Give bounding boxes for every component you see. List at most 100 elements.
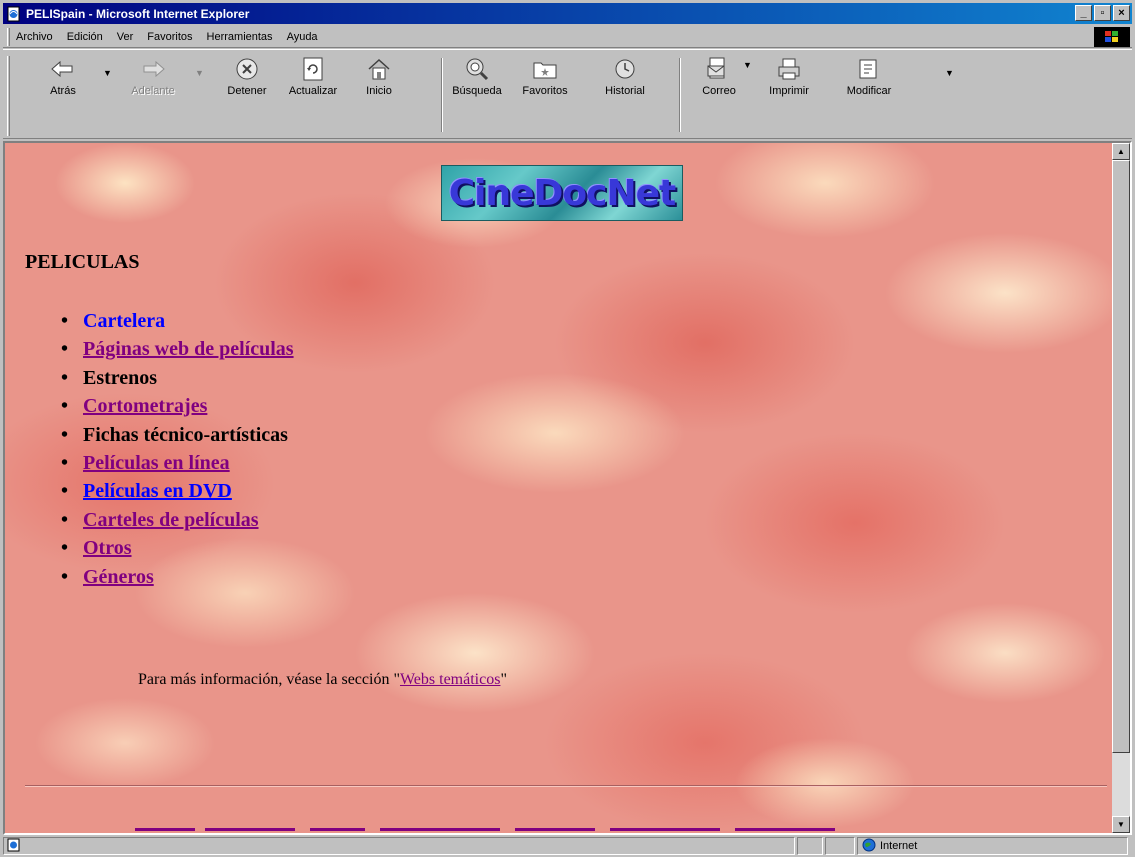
toolbar-separator: [679, 58, 681, 132]
link-cartelera[interactable]: Cartelera: [83, 310, 165, 332]
edit-button[interactable]: Modificar: [837, 54, 901, 97]
favorites-folder-icon: [531, 54, 559, 84]
link-webs-tematicos[interactable]: Webs temáticos: [400, 671, 500, 688]
menu-archivo[interactable]: Archivo: [16, 31, 53, 43]
menu-ver[interactable]: Ver: [117, 31, 134, 43]
mail-dropdown-icon[interactable]: ▼: [743, 60, 752, 70]
list-item: • Géneros: [61, 563, 294, 591]
web-page: CineDocNet PELICULAS • Cartelera • Páginas…: [5, 143, 1112, 833]
bullet-icon: •: [61, 565, 69, 588]
internet-globe-icon: [862, 838, 876, 855]
minimize-button[interactable]: _: [1075, 5, 1092, 21]
status-bar: Internet: [3, 837, 1132, 855]
stop-icon: [233, 54, 261, 84]
item-fichas: Fichas técnico-artísticas: [83, 423, 288, 446]
list-item: • Otros: [61, 534, 294, 562]
logo-text: CineDocNet: [448, 172, 677, 214]
browser-window: PELISpain - Microsoft Internet Explorer …: [0, 0, 1135, 857]
standard-toolbar: Atrás ▼ Adelante ▼ Detener Actualizar In…: [3, 49, 1132, 139]
favorites-button[interactable]: Favoritos: [513, 54, 577, 97]
menu-grip: [7, 27, 10, 46]
bullet-icon: •: [61, 395, 69, 418]
edit-dropdown-icon[interactable]: ▼: [945, 68, 954, 78]
list-item: • Películas en DVD: [61, 477, 294, 505]
clipped-text: [380, 828, 500, 831]
menu-favoritos[interactable]: Favoritos: [147, 31, 192, 43]
clipped-text: [735, 828, 835, 831]
bullet-icon: •: [61, 310, 69, 332]
link-otros[interactable]: Otros: [83, 537, 132, 559]
scroll-down-button[interactable]: ▼: [1112, 816, 1130, 833]
forward-button[interactable]: Adelante: [121, 54, 185, 97]
scroll-up-button[interactable]: ▲: [1112, 143, 1130, 160]
bullet-icon: •: [61, 537, 69, 560]
history-button[interactable]: Historial: [593, 54, 657, 97]
home-button[interactable]: Inicio: [347, 54, 411, 97]
forward-label: Adelante: [131, 85, 175, 97]
back-dropdown-icon[interactable]: ▼: [103, 68, 112, 78]
windows-logo-throbber: [1094, 27, 1130, 47]
edit-page-icon: [855, 54, 883, 84]
link-cortometrajes[interactable]: Cortometrajes: [83, 395, 207, 417]
link-peliculas-en-dvd[interactable]: Películas en DVD: [83, 480, 232, 502]
menu-ayuda[interactable]: Ayuda: [287, 31, 318, 43]
clipped-text: [135, 828, 195, 831]
menu-herramientas[interactable]: Herramientas: [207, 31, 273, 43]
info-suffix: ": [500, 671, 507, 688]
zone-label: Internet: [880, 840, 918, 852]
forward-dropdown-icon[interactable]: ▼: [195, 68, 204, 78]
toolbar-separator: [441, 58, 443, 132]
home-label: Inicio: [366, 85, 392, 97]
bullet-icon: •: [61, 366, 69, 389]
history-label: Historial: [605, 85, 645, 97]
close-button[interactable]: ×: [1113, 5, 1130, 21]
scroll-thumb[interactable]: [1112, 160, 1130, 753]
list-item: • Cartelera: [61, 307, 294, 335]
page-status-icon: [7, 838, 21, 855]
bullet-icon: •: [61, 451, 69, 474]
list-item: • Fichas técnico-artísticas: [61, 421, 294, 449]
home-icon: [365, 54, 393, 84]
link-peliculas-en-linea[interactable]: Películas en línea: [83, 452, 230, 474]
mail-label: Correo: [702, 85, 736, 97]
toolbar-grip: [7, 56, 10, 136]
ie-page-icon: [6, 6, 22, 22]
mail-icon: [705, 54, 733, 84]
back-label: Atrás: [50, 85, 76, 97]
list-item: • Carteles de películas: [61, 506, 294, 534]
mail-button[interactable]: Correo: [687, 54, 751, 97]
status-pane: [825, 837, 855, 855]
edit-label: Modificar: [846, 85, 892, 97]
link-generos[interactable]: Géneros: [83, 566, 154, 588]
movie-sections-list: • Cartelera • Páginas web de películas • Es…: [61, 307, 294, 591]
search-button[interactable]: Búsqueda: [445, 54, 509, 97]
list-item: • Páginas web de películas: [61, 335, 294, 363]
search-label: Búsqueda: [452, 85, 502, 97]
back-button[interactable]: Atrás: [31, 54, 95, 97]
clipped-text: [610, 828, 720, 831]
title-bar: PELISpain - Microsoft Internet Explorer …: [3, 3, 1132, 24]
clipped-text: [515, 828, 595, 831]
favorites-label: Favoritos: [522, 85, 568, 97]
cinedocnet-logo[interactable]: CineDocNet: [441, 165, 683, 221]
horizontal-rule: [25, 785, 1107, 787]
zone-pane: Internet: [857, 837, 1128, 855]
history-icon: [611, 54, 639, 84]
clipped-footer-links: [135, 824, 855, 833]
link-paginas-web[interactable]: Páginas web de películas: [83, 338, 294, 360]
list-item: • Cortometrajes: [61, 392, 294, 420]
menu-edicion[interactable]: Edición: [67, 31, 103, 43]
print-button[interactable]: Imprimir: [757, 54, 821, 97]
stop-label: Detener: [227, 85, 267, 97]
refresh-button[interactable]: Actualizar: [281, 54, 345, 97]
refresh-label: Actualizar: [288, 85, 338, 97]
clipped-text: [205, 828, 295, 831]
print-label: Imprimir: [769, 85, 809, 97]
stop-button[interactable]: Detener: [215, 54, 279, 97]
vertical-scrollbar[interactable]: ▲ ▼: [1112, 143, 1130, 833]
refresh-icon: [299, 54, 327, 84]
item-estrenos: Estrenos: [83, 366, 158, 389]
list-item: • Películas en línea: [61, 449, 294, 477]
link-carteles[interactable]: Carteles de películas: [83, 509, 259, 531]
maximize-button[interactable]: ▫: [1094, 5, 1111, 21]
